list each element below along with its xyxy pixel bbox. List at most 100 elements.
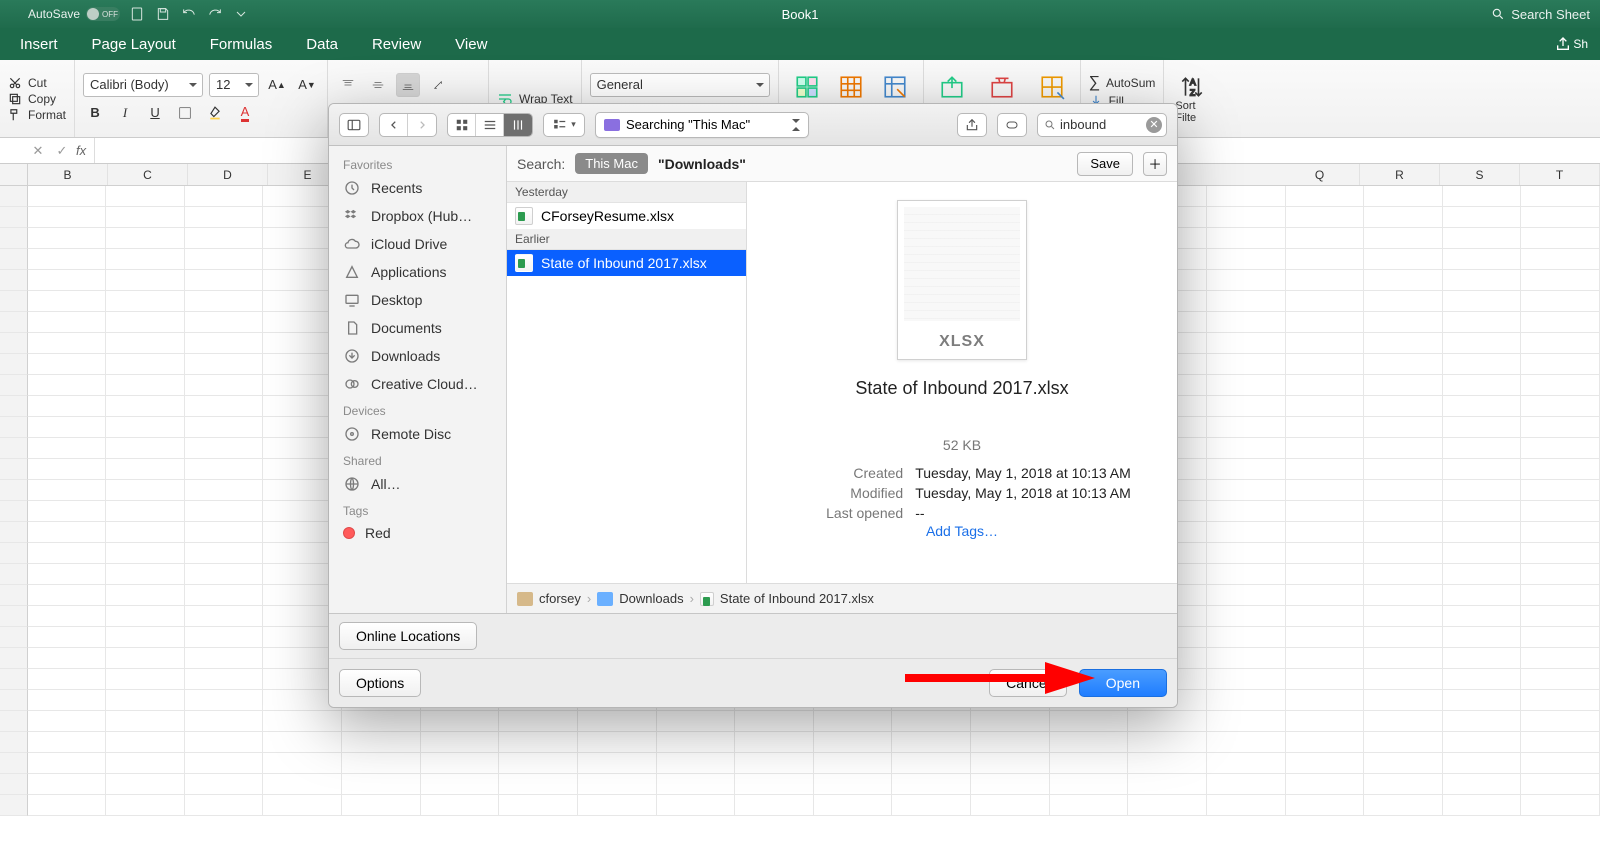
decrease-font-icon[interactable]: A▼	[295, 73, 319, 97]
tab-view[interactable]: View	[453, 32, 489, 57]
sidebar-item-icloud[interactable]: iCloud Drive	[329, 230, 506, 258]
path-segment[interactable]: Downloads	[619, 591, 683, 606]
name-box[interactable]	[4, 140, 26, 162]
align-bottom-icon[interactable]	[396, 73, 420, 97]
orientation-icon[interactable]	[426, 73, 450, 97]
col-header[interactable]: R	[1360, 164, 1440, 185]
col-header[interactable]: Q	[1280, 164, 1360, 185]
sidebar-item-documents[interactable]: Documents	[329, 314, 506, 342]
sidebar-item-creative-cloud[interactable]: Creative Cloud…	[329, 370, 506, 398]
online-locations-button[interactable]: Online Locations	[339, 622, 477, 650]
add-tags-link[interactable]: Add Tags…	[926, 523, 998, 539]
align-middle-icon[interactable]	[366, 73, 390, 97]
scope-this-mac[interactable]: This Mac	[575, 153, 648, 174]
new-doc-icon[interactable]	[128, 5, 146, 23]
tags-icon[interactable]	[997, 113, 1027, 137]
cancel-button[interactable]: Cancel	[989, 669, 1067, 697]
tab-page-layout[interactable]: Page Layout	[90, 32, 178, 57]
autosum-button[interactable]: ∑AutoSum	[1089, 74, 1156, 92]
save-search-button[interactable]: Save	[1077, 152, 1133, 176]
icon-view-icon[interactable]	[448, 114, 476, 136]
sidebar-item-remote-disc[interactable]: Remote Disc	[329, 420, 506, 448]
font-color-button[interactable]: A	[233, 101, 257, 125]
align-top-icon[interactable]	[336, 73, 360, 97]
bold-button[interactable]: B	[83, 101, 107, 125]
border-button[interactable]	[173, 101, 197, 125]
file-row[interactable]: CForseyResume.xlsx	[507, 203, 746, 229]
search-sheet[interactable]: Search Sheet	[1491, 7, 1590, 22]
tab-formulas[interactable]: Formulas	[208, 32, 275, 57]
preview-pane: XLSX State of Inbound 2017.xlsx 52 KB Cr…	[747, 182, 1177, 583]
sidebar-toggle-icon[interactable]	[339, 113, 369, 137]
dialog-bottom: Online Locations Options Cancel Open	[329, 613, 1177, 707]
folder-icon	[597, 592, 613, 606]
location-dropdown[interactable]: Searching "This Mac"	[595, 112, 809, 138]
autosave-toggle[interactable]: AutoSave OFF	[28, 7, 120, 21]
copy-button[interactable]: Copy	[8, 92, 66, 106]
back-button[interactable]	[380, 114, 408, 136]
group-dropdown[interactable]: ▾	[543, 113, 585, 137]
documents-icon	[343, 319, 361, 337]
forward-button[interactable]	[408, 114, 436, 136]
cut-button[interactable]: Cut	[8, 76, 66, 90]
cloud-icon	[343, 235, 361, 253]
preview-filename: State of Inbound 2017.xlsx	[855, 378, 1068, 399]
sidebar-item-all-shared[interactable]: All…	[329, 470, 506, 498]
undo-icon[interactable]	[180, 5, 198, 23]
xlsx-file-icon	[700, 592, 714, 606]
accept-formula-icon[interactable]: ✓	[50, 143, 74, 159]
col-header[interactable]: D	[188, 164, 268, 185]
open-file-dialog: ▾ Searching "This Mac" inbound ✕ Favorit…	[328, 103, 1178, 708]
col-header[interactable]: S	[1440, 164, 1520, 185]
toggle-off-icon: OFF	[86, 7, 120, 21]
scope-downloads[interactable]: "Downloads"	[658, 156, 746, 172]
svg-text:Z: Z	[1190, 87, 1196, 97]
dropbox-icon	[343, 207, 361, 225]
file-row-selected[interactable]: State of Inbound 2017.xlsx	[507, 250, 746, 276]
overflow-icon[interactable]	[232, 5, 250, 23]
red-tag-icon	[343, 527, 355, 539]
tab-insert[interactable]: Insert	[18, 32, 60, 57]
list-view-icon[interactable]	[476, 114, 504, 136]
col-header[interactable]: B	[28, 164, 108, 185]
home-icon	[517, 592, 533, 606]
cancel-formula-icon[interactable]: ✕	[26, 143, 50, 159]
sidebar-item-recents[interactable]: Recents	[329, 174, 506, 202]
font-name-dropdown[interactable]: Calibri (Body)	[83, 73, 203, 97]
sidebar-item-tag-red[interactable]: Red	[329, 520, 506, 546]
add-rule-button[interactable]: ＋	[1143, 152, 1167, 176]
underline-button[interactable]: U	[143, 101, 167, 125]
options-button[interactable]: Options	[339, 669, 421, 697]
column-view-icon[interactable]	[504, 114, 532, 136]
path-segment[interactable]: State of Inbound 2017.xlsx	[720, 591, 874, 606]
tab-review[interactable]: Review	[370, 32, 423, 57]
titlebar: AutoSave OFF Book1 Search Sheet	[0, 0, 1600, 28]
dialog-toolbar: ▾ Searching "This Mac" inbound ✕	[329, 104, 1177, 146]
path-segment[interactable]: cforsey	[539, 591, 581, 606]
fill-color-button[interactable]	[203, 101, 227, 125]
format-painter-button[interactable]: Format	[8, 108, 66, 122]
select-all-corner[interactable]	[0, 164, 28, 185]
clear-search-icon[interactable]: ✕	[1146, 117, 1162, 133]
increase-font-icon[interactable]: A▲	[265, 73, 289, 97]
share-icon[interactable]	[957, 113, 987, 137]
italic-button[interactable]: I	[113, 101, 137, 125]
number-format-dropdown[interactable]: General	[590, 73, 770, 97]
redo-icon[interactable]	[206, 5, 224, 23]
sidebar-item-downloads[interactable]: Downloads	[329, 342, 506, 370]
share-button[interactable]: Sh	[1555, 36, 1588, 52]
fx-label: fx	[76, 143, 86, 158]
sidebar-item-dropbox[interactable]: Dropbox (Hub…	[329, 202, 506, 230]
sidebar-item-applications[interactable]: Applications	[329, 258, 506, 286]
font-size-dropdown[interactable]: 12	[209, 73, 259, 97]
sidebar-item-desktop[interactable]: Desktop	[329, 286, 506, 314]
file-name: State of Inbound 2017.xlsx	[541, 255, 707, 271]
tab-data[interactable]: Data	[304, 32, 340, 57]
open-button[interactable]: Open	[1079, 669, 1167, 697]
modified-label: Modified	[793, 485, 903, 501]
col-header[interactable]: T	[1520, 164, 1600, 185]
save-icon[interactable]	[154, 5, 172, 23]
sort-filter-button[interactable]: AZSort Filte	[1172, 69, 1212, 129]
col-header[interactable]: C	[108, 164, 188, 185]
search-field[interactable]: inbound ✕	[1037, 113, 1167, 137]
